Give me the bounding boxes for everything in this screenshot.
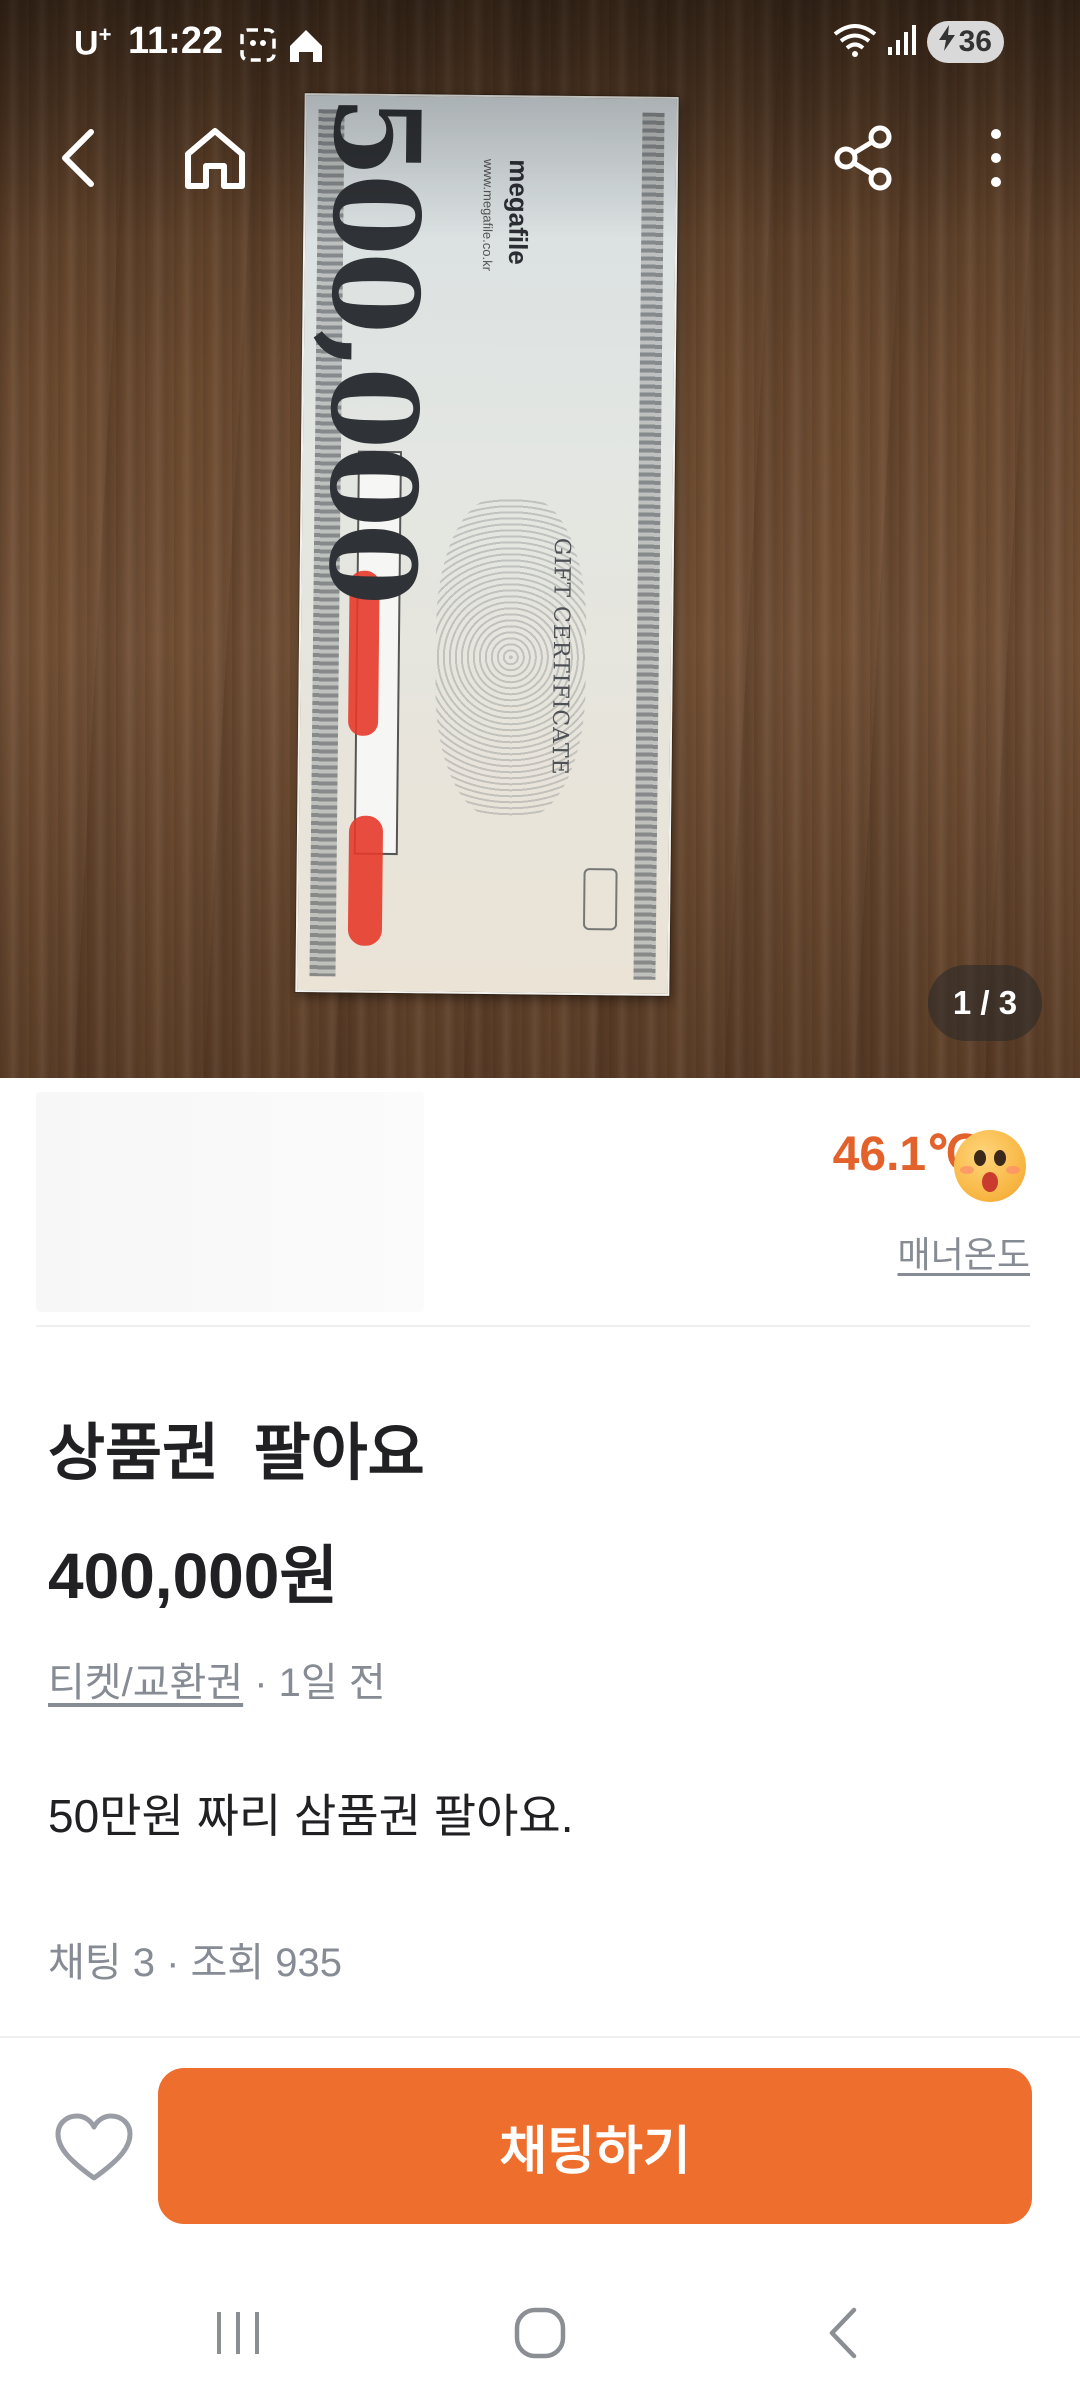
chevron-left-icon (55, 128, 105, 192)
clock: 11:22 (128, 20, 224, 62)
seller-profile[interactable]: 46.1℃ 매너온도 (0, 1078, 1080, 1326)
battery-indicator: 36 (926, 21, 1004, 63)
manner-temperature-link[interactable]: 매너온도 (898, 1226, 1030, 1278)
share-button[interactable] (824, 120, 904, 200)
charging-icon (938, 25, 955, 59)
home-circle-icon (513, 2306, 567, 2364)
voucher-brand: megafile (502, 159, 535, 265)
notification-icons (240, 26, 330, 66)
signal-icon (887, 23, 917, 61)
product-photo[interactable]: megafile www.megafile.co.kr 500,000 GIFT… (0, 0, 1080, 1078)
listing-stats: 채팅 3 · 조회 935 (48, 1941, 342, 1985)
home-icon (182, 126, 248, 194)
wifi-icon (833, 22, 877, 62)
voucher-caption: GIFT CERTIFICATE (546, 537, 575, 776)
voucher-amount: 500,000 (302, 95, 447, 603)
listing-price: 400,000원 (48, 1540, 339, 1612)
gift-certificate-image: megafile www.megafile.co.kr 500,000 GIFT… (295, 93, 679, 996)
listing-title: 상품권 팔아요 (48, 1419, 425, 1488)
temperature-emoji-icon (954, 1130, 1026, 1202)
photo-counter: 1 / 3 (928, 965, 1042, 1041)
system-status: 36 (833, 20, 1004, 64)
posted-time: · 1일 전 (243, 1661, 386, 1705)
heart-icon (54, 2113, 134, 2188)
more-options-button[interactable] (956, 120, 1036, 200)
back-nav-button[interactable] (804, 2300, 884, 2370)
share-icon (832, 125, 896, 195)
like-button[interactable] (54, 2112, 134, 2184)
bottom-bar-divider (0, 2036, 1080, 2038)
recent-apps-button[interactable] (198, 2300, 278, 2370)
recent-apps-icon (213, 2310, 263, 2360)
home-nav-button[interactable] (500, 2300, 580, 2370)
section-divider (36, 1325, 1030, 1327)
voucher-url: www.megafile.co.kr (479, 158, 497, 272)
battery-level: 36 (958, 25, 992, 58)
home-button[interactable] (175, 120, 255, 200)
back-button[interactable] (40, 120, 120, 200)
carrier-label: U+ (74, 22, 112, 63)
category-link[interactable]: 티켓/교환권 (48, 1661, 243, 1705)
back-nav-icon (824, 2306, 864, 2364)
system-navigation-bar (0, 2270, 1080, 2400)
seller-info-blurred (36, 1092, 424, 1312)
listing-description: 50만원 짜리 삼품권 팔아요. (48, 1790, 574, 1842)
listing-meta: 티켓/교환권 · 1일 전 (48, 1650, 386, 1708)
status-bar: U+ 11:22 36 (0, 0, 1080, 90)
chat-button[interactable]: 채팅하기 (158, 2068, 1032, 2224)
more-vertical-icon (986, 126, 1006, 194)
